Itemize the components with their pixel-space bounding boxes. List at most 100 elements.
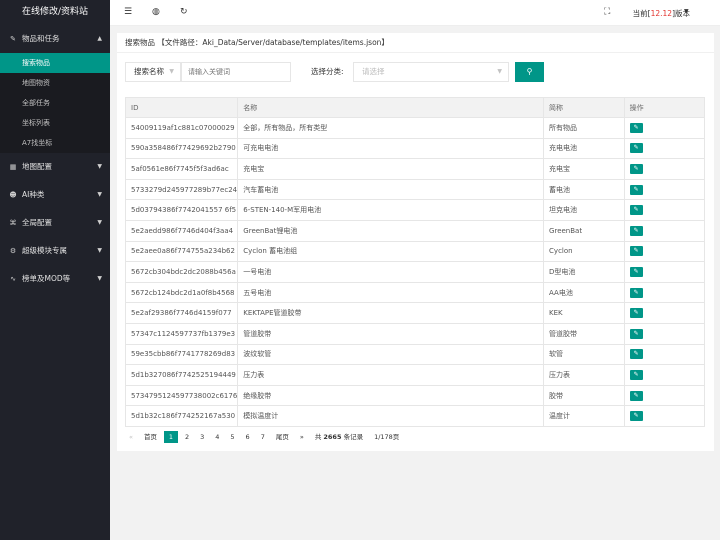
cell-id: 5af0561e86f7745f5f3ad6ac: [125, 158, 239, 180]
cell-op: ✎: [624, 117, 706, 139]
keyword-input[interactable]: [181, 62, 291, 82]
next-page-icon[interactable]: »: [296, 431, 308, 443]
sidebar-subitem-all-tasks[interactable]: 全部任务: [0, 93, 110, 113]
edit-button[interactable]: ✎: [629, 287, 643, 298]
sidebar-item-label: 物品和任务: [22, 34, 60, 43]
table-row: 5672cb304bdc2dc2088b456a 一号电池 D型电池 ✎: [125, 261, 706, 283]
total-count: 2665: [323, 433, 342, 441]
cell-name: 一号电池: [237, 261, 545, 283]
col-header-id[interactable]: ID: [125, 97, 239, 118]
cell-short: KEK: [543, 302, 625, 324]
cell-name: 管道胶带: [237, 323, 545, 345]
page-link[interactable]: 1: [163, 431, 178, 443]
edit-button[interactable]: ✎: [629, 143, 643, 154]
edit-button[interactable]: ✎: [629, 411, 643, 422]
prev-page-icon[interactable]: «: [125, 431, 137, 443]
version-number: 12.12: [650, 9, 673, 18]
cell-short: 胶带: [543, 385, 625, 407]
cell-name: GreenBat锂电池: [237, 220, 545, 242]
category-placeholder: 请选择: [362, 67, 385, 76]
first-page-link[interactable]: 首页: [140, 431, 161, 443]
pencil-icon: ✎: [633, 144, 639, 152]
cell-short: 所有物品: [543, 117, 625, 139]
sidebar-item-label: 榜单及MOD等: [22, 274, 71, 283]
sidebar-item-ai-types[interactable]: ☻ AI种类 ▼: [0, 181, 110, 209]
chevron-down-icon: ▼: [97, 247, 102, 254]
table-row: 5d03794386f7742041557 6f5 6-STEN-140-M军用电…: [125, 199, 706, 221]
page-link[interactable]: 3: [196, 431, 208, 443]
sidebar-item-rankings-mods[interactable]: ∿ 榜单及MOD等 ▼: [0, 265, 110, 293]
cell-id: 5672cb304bdc2dc2088b456a: [125, 261, 239, 283]
sidebar: 在线修改/资料站 ✎ 物品和任务 ▲ 搜索物品 地图物资 全部任务 坐标列表 A…: [0, 0, 110, 540]
sidebar-subitem-search-items[interactable]: 搜索物品: [0, 53, 110, 73]
sidebar-subitem-a7-coordinates[interactable]: A7找坐标: [0, 133, 110, 153]
page-link[interactable]: 4: [211, 431, 223, 443]
map-icon: ▦: [9, 163, 17, 171]
sidebar-subitem-coordinates[interactable]: 坐标列表: [0, 113, 110, 133]
sidebar-item-super-module[interactable]: ⚙ 超级模块专属 ▼: [0, 237, 110, 265]
globe-icon[interactable]: ◍: [152, 7, 160, 17]
pencil-icon: ✎: [633, 391, 639, 399]
menu-toggle-icon[interactable]: ☰: [124, 7, 132, 17]
pencil-icon: ✎: [633, 267, 639, 275]
cell-op: ✎: [624, 220, 706, 242]
caret-down-icon[interactable]: ▼: [684, 8, 689, 15]
cell-name: KEKTAPE管道胶带: [237, 302, 545, 324]
edit-button[interactable]: ✎: [629, 122, 643, 133]
version-selector[interactable]: 当前[12.12]版本: [633, 8, 690, 19]
sidebar-subitem-map-loot[interactable]: 地图物资: [0, 73, 110, 93]
cell-id: 5d03794386f7742041557 6f5: [125, 199, 239, 221]
cell-id: 57347c1124597737fb1379e3: [125, 323, 239, 345]
edit-button[interactable]: ✎: [629, 369, 643, 380]
cell-id: 590a358486f77429692b2790: [125, 138, 239, 160]
cell-name: 汽车蓄电池: [237, 179, 545, 201]
cell-id: 59e35cbb86f7741778269d83: [125, 344, 239, 366]
sidebar-item-global-config[interactable]: ⌘ 全局配置 ▼: [0, 209, 110, 237]
category-select[interactable]: 请选择 ▼: [353, 62, 509, 82]
pencil-icon: ✎: [633, 185, 639, 193]
search-field-select[interactable]: 搜索名称 ▼: [125, 62, 181, 82]
edit-button[interactable]: ✎: [629, 246, 643, 257]
cell-id: 5e2af29386f7746d4159f077: [125, 302, 239, 324]
edit-button[interactable]: ✎: [629, 308, 643, 319]
cell-id: 5d1b32c186f774252167a530: [125, 405, 239, 427]
cell-name: 全部，所有物品，所有类型: [237, 117, 545, 139]
chevron-down-icon: ▼: [97, 163, 102, 170]
edit-button[interactable]: ✎: [629, 205, 643, 216]
pagination: « 首页 1 2 3 4 5 6 7 尾页 » 共 2665 条记录 1/178…: [125, 430, 406, 444]
col-header-short[interactable]: 简称: [543, 97, 625, 118]
sidebar-item-label: 地图配置: [22, 162, 52, 171]
edit-button[interactable]: ✎: [629, 328, 643, 339]
edit-button[interactable]: ✎: [629, 266, 643, 277]
last-page-link[interactable]: 尾页: [272, 431, 293, 443]
pencil-icon: ✎: [633, 123, 639, 131]
refresh-icon[interactable]: ↻: [180, 7, 188, 17]
cell-name: 压力表: [237, 364, 545, 386]
pencil-icon: ✎: [633, 288, 639, 296]
page-link[interactable]: 7: [257, 431, 269, 443]
cell-op: ✎: [624, 405, 706, 427]
search-form: 搜索名称 ▼ 选择分类: 请选择 ▼ ⚲: [125, 62, 705, 82]
col-header-name[interactable]: 名称: [237, 97, 545, 118]
cell-name: 可充电电池: [237, 138, 545, 160]
edit-button[interactable]: ✎: [629, 184, 643, 195]
chevron-down-icon: ▼: [169, 68, 174, 75]
sidebar-item-items-tasks[interactable]: ✎ 物品和任务 ▲: [0, 25, 110, 53]
edit-button[interactable]: ✎: [629, 163, 643, 174]
pencil-icon: ✎: [633, 412, 639, 420]
search-button[interactable]: ⚲: [515, 62, 544, 82]
edit-button[interactable]: ✎: [629, 390, 643, 401]
page-link[interactable]: 5: [226, 431, 238, 443]
table-body: 54009119af1c881c07000029 全部，所有物品，所有类型 所有物品…: [125, 117, 706, 427]
edit-button[interactable]: ✎: [629, 225, 643, 236]
page-link[interactable]: 6: [242, 431, 254, 443]
cell-short: 管道胶带: [543, 323, 625, 345]
pencil-icon: ✎: [633, 164, 639, 172]
pencil-icon: ✎: [633, 206, 639, 214]
page-link[interactable]: 2: [181, 431, 193, 443]
edit-button[interactable]: ✎: [629, 349, 643, 360]
sidebar-item-map-config[interactable]: ▦ 地图配置 ▼: [0, 153, 110, 181]
fullscreen-icon[interactable]: ⛶: [604, 7, 610, 17]
cell-op: ✎: [624, 385, 706, 407]
items-table: ID 名称 简称 操作 54009119af1c881c07000029 全部，所…: [125, 97, 706, 427]
